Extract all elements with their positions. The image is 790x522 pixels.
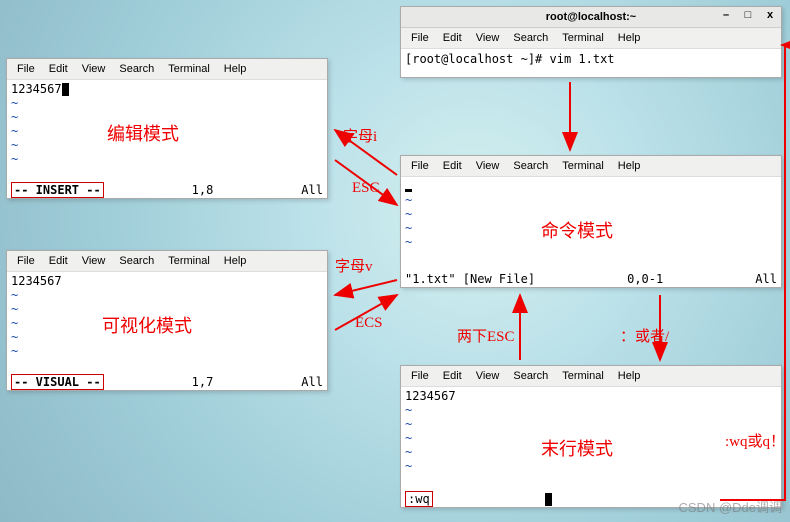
editor-body[interactable]: 1234567 ~ ~ ~ ~ ~ 可视化模式 — [7, 272, 327, 374]
anno-colon-or-slash: ：或者/ — [620, 325, 669, 346]
menubar: File Edit View Search Terminal Help — [401, 156, 781, 177]
menu-search[interactable]: Search — [113, 253, 160, 269]
titlebar: root@localhost:~ – □ x — [401, 7, 781, 28]
menu-view[interactable]: View — [470, 30, 506, 46]
menu-help[interactable]: Help — [218, 61, 253, 77]
menu-view[interactable]: View — [76, 61, 112, 77]
mode-status: -- INSERT -- — [11, 182, 104, 198]
anno-wq-or-q: :wq或q！ — [725, 430, 785, 451]
status-line: -- VISUAL -- 1,7 All — [7, 374, 327, 390]
cursor-pos: 0,0-1 — [627, 272, 663, 286]
menubar: File Edit View Search Terminal Help — [401, 366, 781, 387]
menu-terminal[interactable]: Terminal — [162, 253, 216, 269]
anno-esc: ESC — [352, 180, 380, 197]
minimize-icon[interactable]: – — [719, 9, 733, 21]
menu-edit[interactable]: Edit — [43, 253, 74, 269]
menu-file[interactable]: File — [11, 253, 41, 269]
maximize-icon[interactable]: □ — [741, 9, 755, 21]
editor-body[interactable]: 1234567 ~ ~ ~ ~ ~ 末行模式 — [401, 387, 781, 491]
editor-body[interactable]: 1234567 ~ ~ ~ ~ ~ 编辑模式 — [7, 80, 327, 182]
window-title: root@localhost:~ — [546, 11, 636, 23]
shell-prompt: [root@localhost ~]# vim 1.txt — [405, 52, 615, 66]
menu-file[interactable]: File — [405, 30, 435, 46]
mode-label: 命令模式 — [541, 217, 613, 243]
menu-help[interactable]: Help — [612, 158, 647, 174]
menu-edit[interactable]: Edit — [437, 368, 468, 384]
mode-label: 编辑模式 — [107, 120, 179, 146]
ex-command: :wq — [405, 491, 433, 507]
menu-help[interactable]: Help — [612, 368, 647, 384]
window-controls: – □ x — [719, 9, 777, 21]
command-mode-window: File Edit View Search Terminal Help ~ ~ … — [400, 155, 782, 288]
mode-label: 末行模式 — [541, 435, 613, 461]
tilde-line: ~ — [405, 193, 777, 207]
menu-terminal[interactable]: Terminal — [162, 61, 216, 77]
scroll-pct: All — [301, 375, 323, 389]
menu-terminal[interactable]: Terminal — [556, 158, 610, 174]
cursor-pos: 1,8 — [192, 183, 214, 197]
menu-edit[interactable]: Edit — [43, 61, 74, 77]
terminal-body[interactable]: [root@localhost ~]# vim 1.txt — [401, 49, 781, 77]
menu-edit[interactable]: Edit — [437, 158, 468, 174]
menu-help[interactable]: Help — [218, 253, 253, 269]
menu-file[interactable]: File — [405, 158, 435, 174]
menu-terminal[interactable]: Terminal — [556, 368, 610, 384]
insert-mode-window: File Edit View Search Terminal Help 1234… — [6, 58, 328, 199]
cursor-icon — [62, 83, 69, 96]
mode-status: -- VISUAL -- — [11, 374, 104, 390]
mode-label: 可视化模式 — [102, 312, 192, 338]
editor-body[interactable]: ~ ~ ~ ~ 命令模式 — [401, 177, 781, 271]
menu-view[interactable]: View — [470, 368, 506, 384]
anno-letter-v: 字母v — [335, 255, 373, 276]
buffer-content: 1234567 — [11, 82, 62, 96]
anno-two-esc: 两下ESC — [457, 325, 515, 346]
menu-search[interactable]: Search — [507, 368, 554, 384]
menu-file[interactable]: File — [405, 368, 435, 384]
scroll-pct: All — [301, 183, 323, 197]
cursor-pos: 1,7 — [192, 375, 214, 389]
scroll-pct: All — [755, 272, 777, 286]
buffer-content: 1234567 — [405, 389, 456, 403]
cursor-icon — [545, 493, 552, 506]
tilde-line: ~ — [405, 417, 777, 431]
menubar: File Edit View Search Terminal Help — [401, 28, 781, 49]
tilde-line: ~ — [11, 288, 323, 302]
tilde-line: ~ — [11, 344, 323, 358]
buffer-content: 1234567 — [11, 274, 62, 288]
menu-terminal[interactable]: Terminal — [556, 30, 610, 46]
status-line: "1.txt" [New File] 0,0-1 All — [401, 271, 781, 287]
menu-search[interactable]: Search — [507, 158, 554, 174]
menu-file[interactable]: File — [11, 61, 41, 77]
menu-view[interactable]: View — [470, 158, 506, 174]
visual-mode-window: File Edit View Search Terminal Help 1234… — [6, 250, 328, 391]
menu-search[interactable]: Search — [507, 30, 554, 46]
anno-ecs: ECS — [355, 315, 383, 332]
tilde-line: ~ — [11, 152, 323, 166]
anno-letter-i: 字母i — [343, 125, 377, 146]
menu-help[interactable]: Help — [612, 30, 647, 46]
status-line: -- INSERT -- 1,8 All — [7, 182, 327, 198]
tilde-line: ~ — [405, 459, 777, 473]
tilde-line: ~ — [405, 403, 777, 417]
tilde-line: ~ — [11, 96, 323, 110]
menu-search[interactable]: Search — [113, 61, 160, 77]
close-icon[interactable]: x — [763, 9, 777, 21]
menubar: File Edit View Search Terminal Help — [7, 251, 327, 272]
menu-view[interactable]: View — [76, 253, 112, 269]
menu-edit[interactable]: Edit — [437, 30, 468, 46]
cursor-icon — [405, 189, 412, 192]
terminal-window-start: root@localhost:~ – □ x File Edit View Se… — [400, 6, 782, 78]
file-status: "1.txt" [New File] — [405, 272, 535, 286]
watermark: CSDN @Dde调调 — [679, 497, 783, 516]
menubar: File Edit View Search Terminal Help — [7, 59, 327, 80]
